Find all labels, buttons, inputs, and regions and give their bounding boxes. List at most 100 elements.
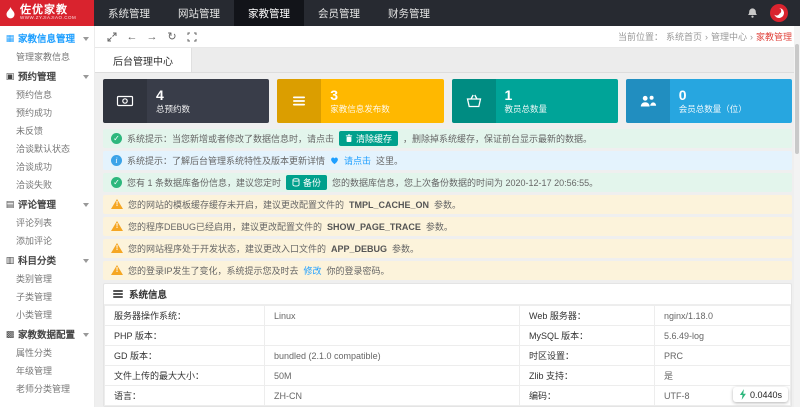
- stat-card-bookings: 4 总预约数: [103, 79, 269, 123]
- stat-card-members: 0 会员总数量（位）: [626, 79, 792, 123]
- nav-item-system[interactable]: 系统管理: [94, 0, 164, 26]
- collapse-sidebar-icon[interactable]: [103, 29, 121, 45]
- nav-item-tutor[interactable]: 家教管理: [234, 0, 304, 26]
- sysinfo-label: 时区设置：: [520, 346, 655, 366]
- sidebar-section-tutor-info[interactable]: ▦ 家教信息管理: [0, 28, 94, 48]
- stat-label: 教员总数量: [505, 103, 548, 115]
- sysinfo-value: 是: [655, 366, 791, 386]
- sysinfo-label: 服务器操作系统：: [105, 306, 265, 326]
- list-icon: [277, 79, 321, 123]
- book-icon: ▥: [5, 255, 15, 266]
- sidebar-section-comment[interactable]: ▤ 评论管理: [0, 194, 94, 214]
- sysinfo-label: Zlib 支持：: [520, 366, 655, 386]
- sidebar-item[interactable]: 未反馈: [0, 122, 94, 140]
- check-circle-icon: ✓: [111, 177, 122, 188]
- sidebar-section-data-config[interactable]: ▩ 家教数据配置: [0, 324, 94, 344]
- back-icon[interactable]: ←: [123, 29, 141, 45]
- backup-label: 备份: [303, 176, 321, 189]
- backup-button[interactable]: 备份: [286, 175, 327, 190]
- sysinfo-label: 编码：: [520, 386, 655, 406]
- sysinfo-value: Linux: [265, 306, 520, 326]
- sidebar-item[interactable]: 洽谈默认状态: [0, 140, 94, 158]
- sidebar-item[interactable]: 洽谈失败: [0, 176, 94, 194]
- alert-text: 您的程序DEBUG已经启用，建议更改配置文件的: [128, 220, 322, 233]
- sidebar-item[interactable]: 预约信息: [0, 86, 94, 104]
- brand-block: 佐优家教 WWW.ZYJIAJIAO.COM: [20, 5, 76, 21]
- stat-card-teachers: 1 教员总数量: [452, 79, 618, 123]
- sidebar-item[interactable]: 预约成功: [0, 104, 94, 122]
- toolbar: ← → ↻ 当前位置： 系统首页 › 管理中心 › 家教管理: [95, 26, 800, 48]
- table-row: PHP 版本： MySQL 版本： 5.6.49-log: [105, 326, 791, 346]
- system-info-table: 服务器操作系统： Linux Web 服务器： nginx/1.18.0 PHP…: [104, 305, 791, 406]
- sidebar-item[interactable]: 属性分类: [0, 344, 94, 362]
- sysinfo-label: MySQL 版本：: [520, 326, 655, 346]
- table-row: GD 版本： bundled (2.1.0 compatible) 时区设置： …: [105, 346, 791, 366]
- table-row: 文件上传的最大大小： 50M Zlib 支持： 是: [105, 366, 791, 386]
- chevron-down-icon: [83, 203, 89, 210]
- alert-clear-cache: ✓ 系统提示：当您新增或者修改了数据信息时，请点击 清除缓存 ，删除掉系统缓存，…: [103, 129, 792, 148]
- sidebar-item[interactable]: 年级管理: [0, 362, 94, 380]
- sysinfo-value: 5.6.49-log: [655, 326, 791, 346]
- main-area: ← → ↻ 当前位置： 系统首页 › 管理中心 › 家教管理 后台管理中心: [95, 26, 800, 407]
- heart-icon: [330, 156, 339, 165]
- change-password-link[interactable]: 修改: [304, 264, 322, 277]
- users-icon: [626, 79, 670, 123]
- fullscreen-icon[interactable]: [183, 29, 201, 45]
- forward-icon[interactable]: →: [143, 29, 161, 45]
- nav-item-member[interactable]: 会员管理: [304, 0, 374, 26]
- sidebar-section-booking[interactable]: ▣ 预约管理: [0, 66, 94, 86]
- alert-text: 参数。: [392, 242, 419, 255]
- sidebar-item[interactable]: 小类管理: [0, 306, 94, 324]
- notification-bell-icon[interactable]: [747, 7, 758, 19]
- alert-text: 这里。: [376, 154, 403, 167]
- sidebar-section-subject-category[interactable]: ▥ 科目分类: [0, 250, 94, 270]
- sidebar-item[interactable]: 添加评论: [0, 232, 94, 250]
- alert-text: 参数。: [434, 198, 461, 211]
- nav-item-finance[interactable]: 财务管理: [374, 0, 444, 26]
- chevron-down-icon: [83, 259, 89, 266]
- system-info-title: 系统信息: [129, 287, 167, 301]
- alert-app-debug-warning: 您的网站程序处于开发状态，建议更改入口文件的 APP_DEBUG 参数。: [103, 239, 792, 258]
- scrollbar[interactable]: [794, 26, 800, 407]
- stat-label: 总预约数: [156, 103, 190, 115]
- sidebar-section-label: 科目分类: [18, 253, 56, 267]
- alert-text: 您的数据库信息，您上次备份数据的时间为 2020-12-17 20:56:55。: [332, 176, 598, 189]
- avatar[interactable]: [770, 4, 788, 22]
- scrollbar-thumb[interactable]: [795, 44, 799, 154]
- sysinfo-label: 语言：: [105, 386, 265, 406]
- alert-text: 您的登录IP发生了变化，系统提示您及时去: [128, 264, 299, 277]
- sidebar-item[interactable]: 老师分类管理: [0, 380, 94, 398]
- sysinfo-value: bundled (2.1.0 compatible): [265, 346, 520, 366]
- logo[interactable]: 佐优家教 WWW.ZYJIAJIAO.COM: [0, 0, 94, 26]
- breadcrumb-home[interactable]: 系统首页: [666, 30, 702, 43]
- content: 4 总预约数 3 家教信息发布数: [95, 73, 800, 407]
- gear-icon: ▩: [5, 329, 15, 340]
- nav-item-website[interactable]: 网站管理: [164, 0, 234, 26]
- alert-text: 您的网站的模板缓存缓存未开启，建议更改配置文件的: [128, 198, 344, 211]
- alert-text: 你的登录密码。: [327, 264, 390, 277]
- stat-label: 会员总数量（位）: [679, 103, 747, 115]
- stat-value: 4: [156, 87, 190, 104]
- load-time-badge: 0.0440s: [733, 387, 788, 402]
- top-navbar: 佐优家教 WWW.ZYJIAJIAO.COM 系统管理 网站管理 家教管理 会员…: [0, 0, 800, 26]
- breadcrumb-prefix: 当前位置：: [618, 30, 663, 43]
- sidebar-item[interactable]: 子类管理: [0, 288, 94, 306]
- sidebar-section-label: 家教数据配置: [18, 327, 75, 341]
- alert-db-backup: ✓ 您有 1 条数据库备份信息，建议您定时 备份 您的数据库信息，您上次备份数据…: [103, 173, 792, 192]
- stat-value: 3: [330, 87, 390, 104]
- sidebar-item[interactable]: 管理家教信息: [0, 48, 94, 66]
- breadcrumb-admin-center[interactable]: 管理中心: [711, 30, 747, 43]
- check-circle-icon: ✓: [111, 133, 122, 144]
- tab-admin-center[interactable]: 后台管理中心: [95, 48, 192, 72]
- alert-text: 您的网站程序处于开发状态，建议更改入口文件的: [128, 242, 326, 255]
- alert-text: 您有 1 条数据库备份信息，建议您定时: [127, 176, 281, 189]
- sidebar-item[interactable]: 类别管理: [0, 270, 94, 288]
- clear-cache-button[interactable]: 清除缓存: [339, 131, 398, 146]
- sidebar-item[interactable]: 洽谈成功: [0, 158, 94, 176]
- version-details-link[interactable]: 请点击: [344, 154, 371, 167]
- menu-bars-icon: [113, 289, 123, 300]
- refresh-icon[interactable]: ↻: [163, 29, 181, 45]
- warning-triangle-icon: [111, 243, 123, 254]
- sidebar-item[interactable]: 评论列表: [0, 214, 94, 232]
- sysinfo-value: ZH-CN: [265, 386, 520, 406]
